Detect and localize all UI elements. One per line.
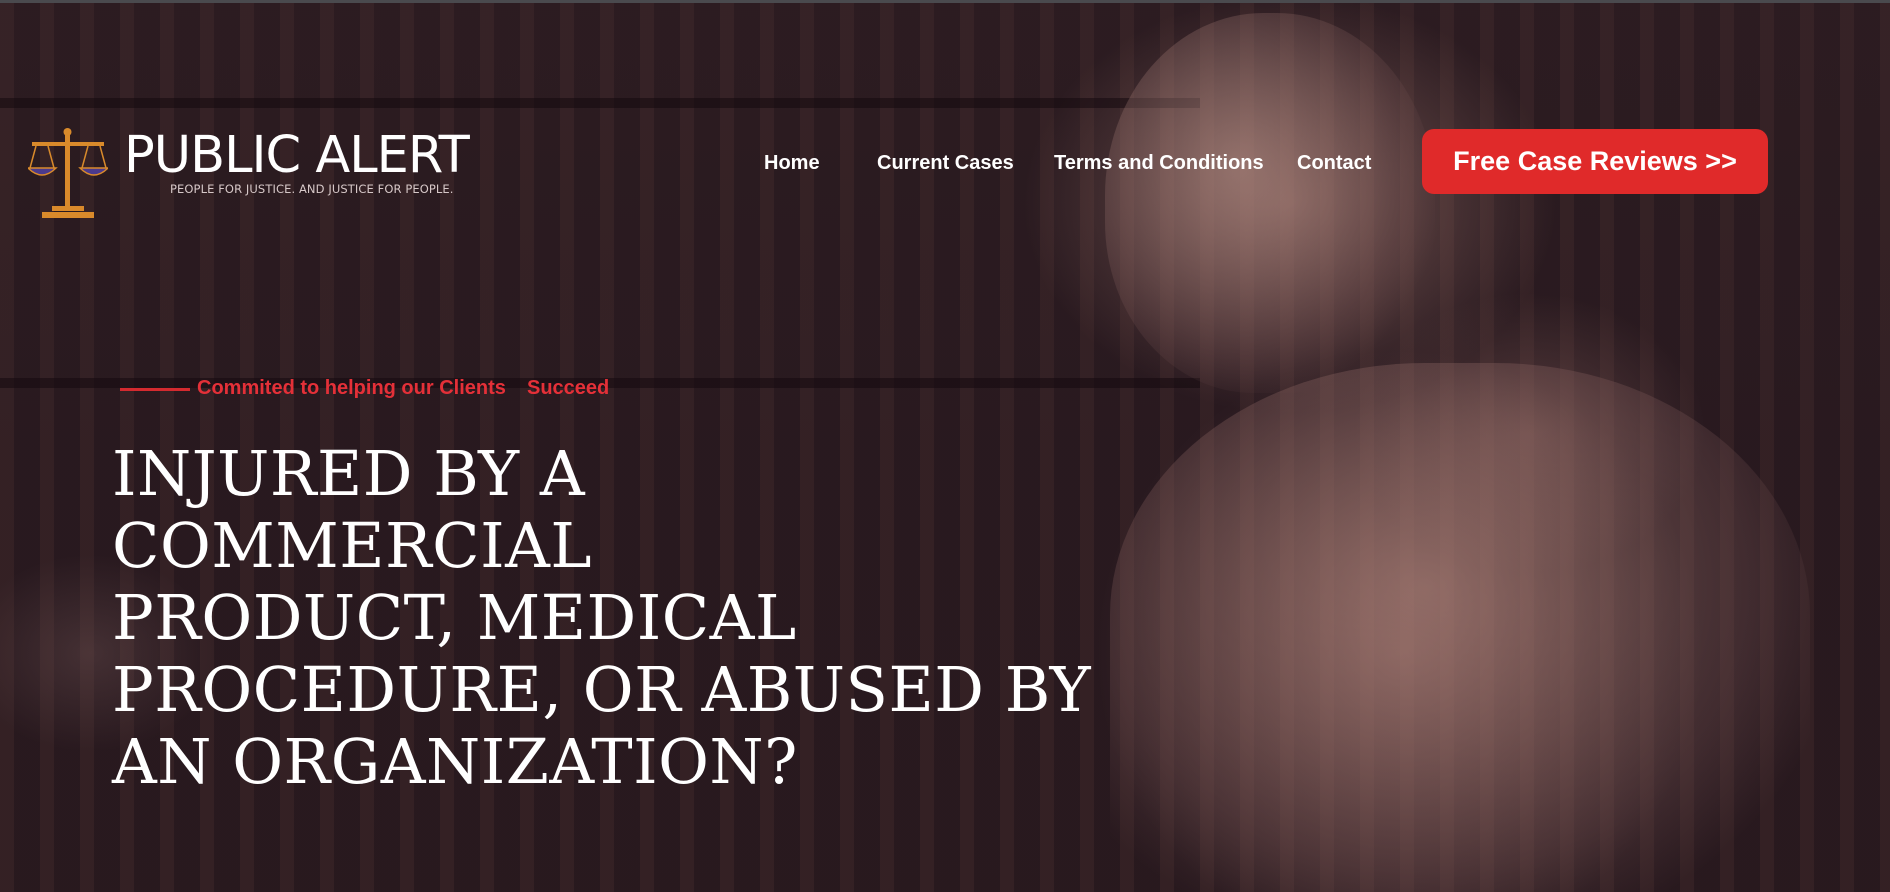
tagline-divider xyxy=(120,388,190,391)
headline-line: INJURED BY A xyxy=(112,437,586,510)
hero-tagline-emphasis: Succeed xyxy=(527,377,610,399)
free-case-reviews-button[interactable]: Free Case Reviews >> xyxy=(1422,129,1768,194)
nav-item-home[interactable]: Home xyxy=(764,151,820,175)
nav-item-current-cases[interactable]: Current Cases xyxy=(877,151,1014,175)
statue-body-image xyxy=(1110,363,1810,892)
brand-name: PUBLIC ALERT xyxy=(124,126,470,185)
statue-head-image xyxy=(1105,13,1435,393)
headline-line: COMMERCIAL xyxy=(112,509,593,582)
headline-line: PRODUCT, MEDICAL xyxy=(112,581,797,654)
scales-of-justice-icon xyxy=(28,128,108,218)
hero-tagline: Commited to helping our Clients xyxy=(197,377,506,399)
bookshelf-shelf xyxy=(0,98,1200,108)
hero-headline: INJURED BY A COMMERCIAL PRODUCT, MEDICAL… xyxy=(112,438,1152,798)
headline-line: PROCEDURE, OR ABUSED BY xyxy=(112,653,1092,726)
site-logo[interactable]: PUBLIC ALERT PEOPLE FOR JUSTICE. AND JUS… xyxy=(28,128,488,220)
nav-item-terms-and-conditions[interactable]: Terms and Conditions xyxy=(1054,151,1264,175)
nav-item-contact[interactable]: Contact xyxy=(1297,151,1371,175)
headline-line: AN ORGANIZATION? xyxy=(112,725,798,798)
brand-tagline: PEOPLE FOR JUSTICE. AND JUSTICE FOR PEOP… xyxy=(170,182,454,196)
